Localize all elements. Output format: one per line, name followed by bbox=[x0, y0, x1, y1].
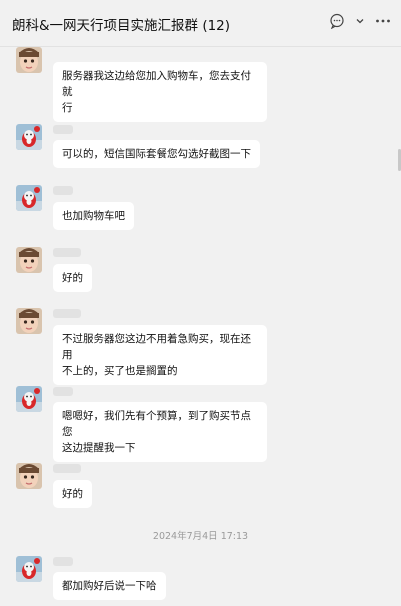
chevron-down-icon[interactable] bbox=[355, 16, 365, 26]
message-bubble[interactable]: 不过服务器您这边不用着急购买，现在还用 不上的，买了也是搁置的 bbox=[53, 325, 267, 385]
avatar[interactable] bbox=[16, 124, 42, 150]
message-bubble[interactable]: 也加购物车吧 bbox=[53, 202, 134, 230]
message-text-line: 都加购好后说一下哈 bbox=[62, 580, 157, 592]
chat-title: 朗科&一网天行项目实施汇报群 (12) bbox=[12, 18, 231, 34]
message-timestamp: 2024年7月4日 17:13 bbox=[152, 531, 249, 542]
message-bubble[interactable]: 可以的，短信国际套餐您勾选好截图一下 bbox=[53, 140, 260, 168]
message-text-line: 嗯嗯好，我们先有个预算，到了购买节点您 bbox=[62, 410, 251, 438]
sender-name bbox=[53, 464, 81, 473]
avatar[interactable] bbox=[16, 308, 42, 334]
message-text-line: 这边提醒我一下 bbox=[62, 442, 136, 454]
avatar[interactable] bbox=[16, 185, 42, 211]
message-bubble[interactable]: 服务器我这边给您加入购物车，您去支付就 行 bbox=[53, 62, 267, 122]
avatar[interactable] bbox=[16, 556, 42, 582]
chat-bubble-icon[interactable] bbox=[329, 13, 345, 29]
sender-name bbox=[53, 248, 81, 257]
message-text-line: 好的 bbox=[62, 488, 83, 500]
message-text-line: 也加购物车吧 bbox=[62, 210, 125, 222]
message-text-line: 好的 bbox=[62, 272, 83, 284]
sender-name bbox=[53, 125, 73, 134]
chat-header: 朗科&一网天行项目实施汇报群 (12) bbox=[0, 0, 401, 47]
message-text-line: 不过服务器您这边不用着急购买，现在还用 bbox=[62, 333, 251, 361]
sender-name bbox=[53, 387, 73, 396]
sender-name bbox=[53, 557, 73, 566]
message-list[interactable]: 服务器我这边给您加入购物车，您去支付就 行 可以的，短信国际套餐您勾选好截图一下… bbox=[0, 47, 401, 606]
message-bubble[interactable]: 都加购好后说一下哈 bbox=[53, 572, 166, 600]
avatar[interactable] bbox=[16, 463, 42, 489]
avatar[interactable] bbox=[16, 386, 42, 412]
sender-name bbox=[53, 186, 73, 195]
message-text-line: 服务器我这边给您加入购物车，您去支付就 bbox=[62, 70, 251, 98]
header-actions bbox=[329, 13, 391, 29]
more-icon[interactable] bbox=[375, 18, 391, 24]
avatar[interactable] bbox=[16, 47, 42, 73]
message-bubble[interactable]: 好的 bbox=[53, 264, 92, 292]
message-text-line: 行 bbox=[62, 102, 73, 114]
avatar[interactable] bbox=[16, 247, 42, 273]
sender-name bbox=[53, 309, 81, 318]
message-bubble[interactable]: 好的 bbox=[53, 480, 92, 508]
message-text-line: 可以的，短信国际套餐您勾选好截图一下 bbox=[62, 148, 251, 160]
message-text-line: 不上的，买了也是搁置的 bbox=[62, 365, 178, 377]
message-bubble[interactable]: 嗯嗯好，我们先有个预算，到了购买节点您 这边提醒我一下 bbox=[53, 402, 267, 462]
